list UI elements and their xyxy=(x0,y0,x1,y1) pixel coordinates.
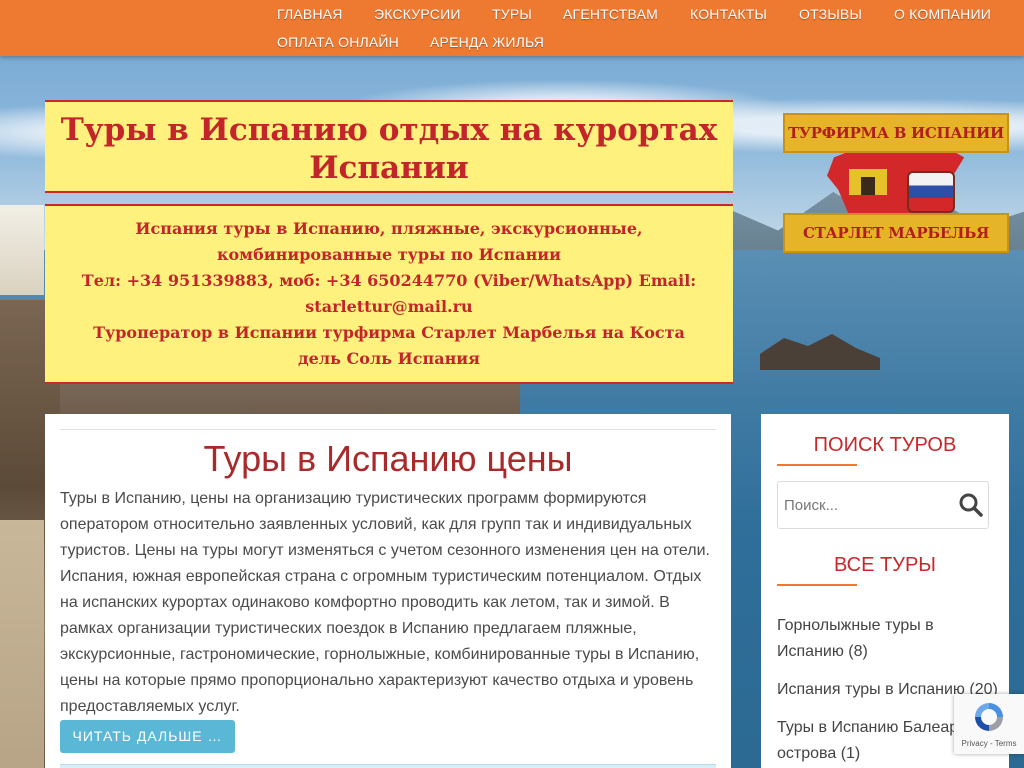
company-logo[interactable]: ТУРФИРМА В ИСПАНИИ СТАРЛЕТ МАРБЕЛЬЯ xyxy=(783,113,1009,253)
nav-online-payment[interactable]: ОПЛАТА ОНЛАЙН xyxy=(277,34,399,50)
read-more-button[interactable]: ЧИТАТЬ ДАЛЬШЕ … xyxy=(60,720,235,753)
tour-category-item: Горнолыжные туры в Испанию (8) xyxy=(777,613,1002,665)
tour-category-count: (8) xyxy=(848,643,868,660)
recaptcha-icon xyxy=(975,703,1003,731)
post-title[interactable]: Туры в Испанию цены xyxy=(45,438,731,480)
logo-top-text: ТУРФИРМА В ИСПАНИИ xyxy=(788,124,1004,142)
recaptcha-badge[interactable]: Privacy - Terms xyxy=(954,694,1024,754)
title-underline xyxy=(777,584,857,586)
nav-tours[interactable]: ТУРЫ xyxy=(492,6,532,22)
logo-top-band: ТУРФИРМА В ИСПАНИИ xyxy=(783,113,1009,153)
tour-category-link[interactable]: Испания туры в Испанию xyxy=(777,681,965,698)
recaptcha-links[interactable]: Privacy - Terms xyxy=(954,739,1024,748)
search-icon[interactable] xyxy=(958,492,984,518)
site-operator-line: Туроператор в Испании турфирма Старлет М… xyxy=(93,323,685,368)
post-card: Туры в Испанию цены Туры в Испанию, цены… xyxy=(45,414,731,768)
nav-home[interactable]: ГЛАВНАЯ xyxy=(277,6,343,22)
nav-reviews[interactable]: ОТЗЫВЫ xyxy=(799,6,862,22)
suitcase-icon xyxy=(907,171,955,213)
top-navigation: ГЛАВНАЯ ЭКСКУРСИИ ТУРЫ АГЕНТСТВАМ КОНТАК… xyxy=(0,0,1024,56)
nav-excursions[interactable]: ЭКСКУРСИИ xyxy=(374,6,461,22)
search-form xyxy=(777,481,989,529)
site-description-box: Испания туры в Испанию, пляжные, экскурс… xyxy=(45,204,733,384)
logo-bottom-text: СТАРЛЕТ МАРБЕЛЬЯ xyxy=(802,224,990,242)
nav-rental[interactable]: АРЕНДА ЖИЛЬЯ xyxy=(430,34,544,50)
divider xyxy=(60,429,716,430)
site-contacts-line: Тел: +34 951339883, моб: +34 650244770 (… xyxy=(81,271,697,316)
logo-bottom-band: СТАРЛЕТ МАРБЕЛЬЯ xyxy=(783,213,1009,253)
next-post-card xyxy=(60,764,716,768)
tour-category-count: (1) xyxy=(840,745,861,762)
nav-contacts[interactable]: КОНТАКТЫ xyxy=(690,6,767,22)
title-underline xyxy=(777,464,857,466)
tours-widget-title: ВСЕ ТУРЫ xyxy=(834,554,936,576)
nav-about[interactable]: О КОМПАНИИ xyxy=(894,6,991,22)
nav-agencies[interactable]: АГЕНТСТВАМ xyxy=(563,6,658,22)
castle-icon xyxy=(849,169,887,195)
site-title-box: Туры в Испанию отдых на курортах Испании xyxy=(45,100,733,193)
post-excerpt: Туры в Испанию, цены на организацию тури… xyxy=(60,490,710,715)
search-widget-title: ПОИСК ТУРОВ xyxy=(813,434,957,456)
search-input[interactable] xyxy=(784,482,954,528)
site-description-line: Испания туры в Испанию, пляжные, экскурс… xyxy=(135,219,643,264)
site-title[interactable]: Туры в Испанию отдых на курортах Испании xyxy=(45,102,733,187)
